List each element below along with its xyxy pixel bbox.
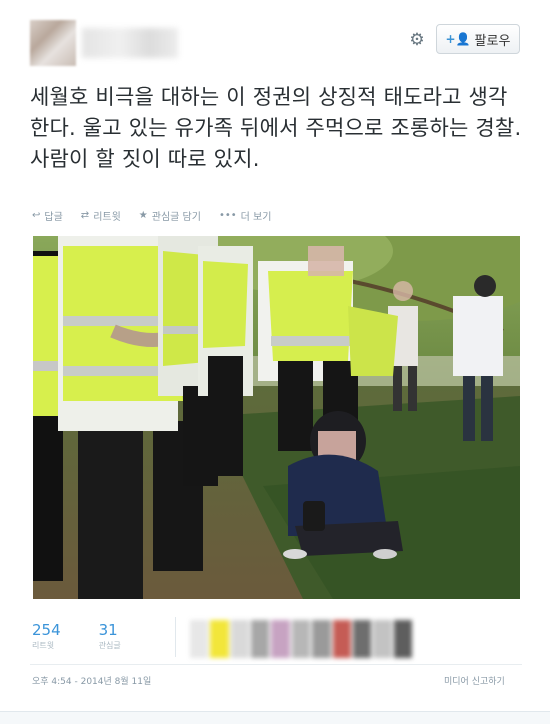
- favorite-count-value: 31: [98, 621, 118, 639]
- retweet-icon: ⇄: [80, 210, 90, 221]
- avatar[interactable]: [30, 20, 76, 66]
- tweet-text: 세월호 비극을 대하는 이 정권의 상징적 태도라고 생각한다. 울고 있는 유…: [30, 85, 522, 171]
- follow-user-icon: +👤: [445, 32, 471, 46]
- retweet-count-value: 254: [32, 621, 61, 639]
- retweet-count[interactable]: 254 리트윗: [32, 621, 61, 651]
- reply-label: 답글: [44, 212, 63, 223]
- favorite-action[interactable]: ★ 관심글 담기: [139, 208, 201, 223]
- divider: [30, 664, 522, 665]
- reply-area-edge: [0, 711, 550, 724]
- reply-icon: ↩: [32, 210, 41, 221]
- retweet-count-label: 리트윗: [32, 641, 55, 650]
- tweet-card: ⚙ +👤 팔로우 세월호 비극을 대하는 이 정권의 상징적 태도라고 생각한다…: [0, 0, 550, 724]
- favorite-count[interactable]: 31 관심글: [99, 621, 121, 651]
- favoriters-avatars-blurred[interactable]: [190, 620, 412, 658]
- star-icon: ★: [138, 210, 148, 221]
- retweet-action[interactable]: ⇄ 리트윗: [81, 208, 121, 223]
- follow-button[interactable]: +👤 팔로우: [436, 24, 520, 54]
- tweet-stats: 254 리트윗 31 관심글: [32, 621, 121, 651]
- retweet-label: 리트윗: [93, 212, 121, 223]
- more-label: 더 보기: [240, 212, 272, 223]
- more-action[interactable]: ••• 더 보기: [219, 208, 271, 223]
- stats-divider: [175, 617, 176, 657]
- tweet-actions: ↩ 답글 ⇄ 리트윗 ★ 관심글 담기 ••• 더 보기: [32, 208, 271, 223]
- more-icon: •••: [218, 210, 237, 221]
- tweet-photo[interactable]: [33, 236, 520, 599]
- tweet-timestamp[interactable]: 오후 4:54 - 2014년 8월 11일: [32, 674, 151, 687]
- reply-action[interactable]: ↩ 답글: [32, 208, 63, 223]
- gear-icon[interactable]: ⚙: [406, 29, 428, 51]
- favorite-count-label: 관심글: [98, 641, 121, 650]
- follow-label: 팔로우: [474, 33, 511, 49]
- user-name-blurred[interactable]: [82, 28, 178, 58]
- favorite-label: 관심글 담기: [151, 212, 201, 223]
- report-media-link[interactable]: 미디어 신고하기: [444, 674, 505, 687]
